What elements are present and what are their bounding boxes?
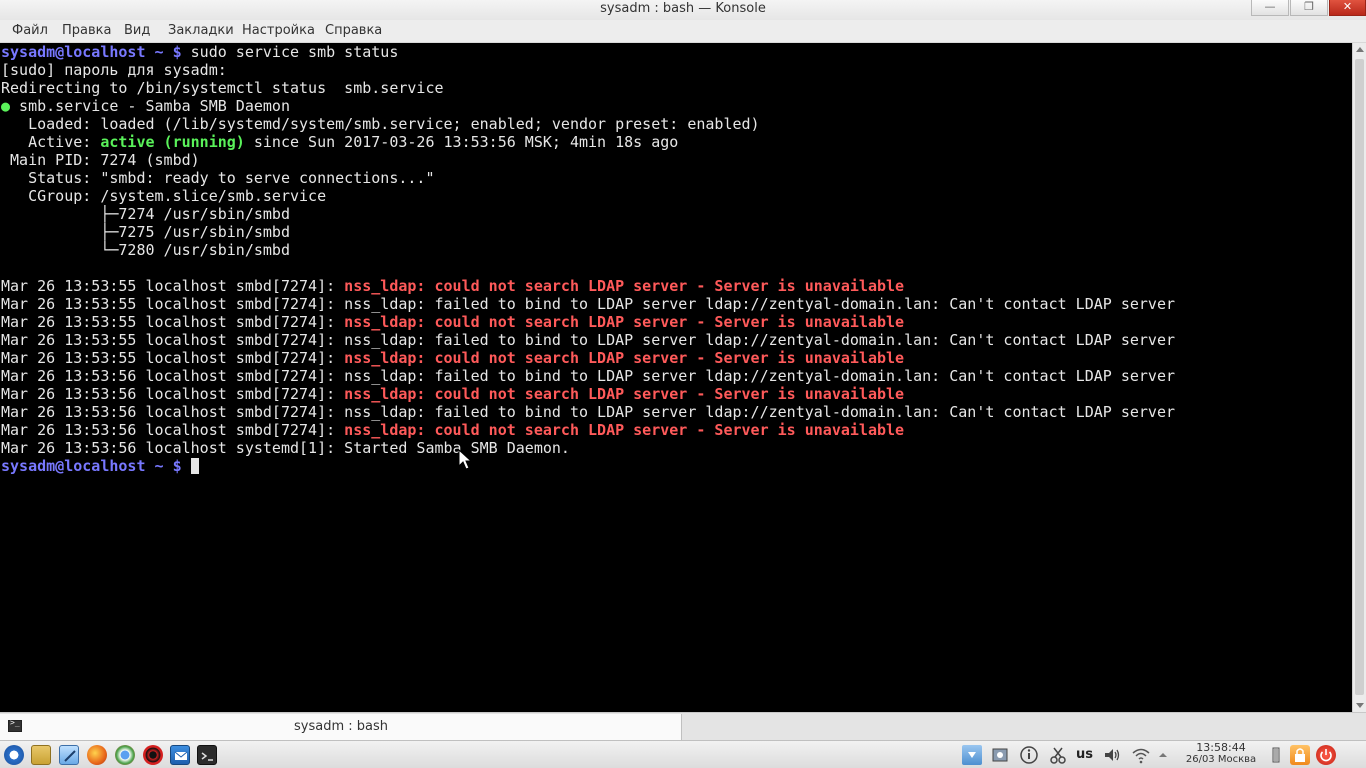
system-settings-icon[interactable]	[990, 745, 1010, 765]
power-icon[interactable]	[1316, 745, 1336, 765]
screen-recorder-icon[interactable]	[143, 745, 163, 765]
terminal-output[interactable]: sysadm@localhost ~ $ sudo service smb st…	[0, 43, 1352, 712]
window-title: sysadm : bash — Konsole	[600, 1, 766, 16]
active-since: since Sun 2017-03-26 13:53:56 MSK; 4min …	[244, 133, 679, 151]
file-manager-icon[interactable]	[31, 745, 51, 765]
scroll-down-arrow-icon[interactable]	[1356, 703, 1364, 708]
log-prefix: Mar 26 13:53:55 localhost smbd[7274]:	[1, 313, 345, 331]
scrollbar-thumb[interactable]	[1355, 59, 1364, 695]
clipboard-scissors-icon[interactable]	[1048, 745, 1068, 765]
log-prefix: Mar 26 13:53:56 localhost smbd[7274]:	[1, 367, 345, 385]
main-pid-line: Main PID: 7274 (smbd)	[1, 151, 200, 169]
log-line: Mar 26 13:53:55 localhost smbd[7274]: ns…	[1, 295, 1175, 313]
log-line: Mar 26 13:53:55 localhost smbd[7274]: ns…	[1, 313, 904, 331]
log-line: Mar 26 13:53:56 localhost systemd[1]: St…	[1, 439, 570, 457]
chromium-icon[interactable]	[115, 745, 135, 765]
lock-icon[interactable]	[1290, 745, 1310, 765]
mouse-pointer-icon	[458, 449, 472, 470]
clock-date[interactable]: 26/03 Москва	[1184, 754, 1258, 765]
sudo-password-line: [sudo] пароль для sysadm:	[1, 61, 227, 79]
active-state: active (running)	[100, 133, 245, 151]
menu-bookmarks[interactable]: Закладки	[168, 23, 234, 38]
log-message: nss_ldap: failed to bind to LDAP server …	[344, 403, 1176, 421]
clock-time[interactable]: 13:58:44	[1184, 741, 1258, 754]
terminal-scrollbar[interactable]	[1352, 43, 1366, 712]
start-menu-icon[interactable]	[4, 745, 24, 765]
active-label: Active:	[1, 133, 101, 151]
taskbar: us 13:58:44 26/03 Москва	[0, 740, 1366, 768]
menu-view[interactable]: Вид	[124, 23, 150, 38]
menu-help[interactable]: Справка	[325, 23, 382, 38]
log-prefix: Mar 26 13:53:55 localhost smbd[7274]:	[1, 277, 345, 295]
log-prefix: Mar 26 13:53:55 localhost smbd[7274]:	[1, 349, 345, 367]
window-titlebar: sysadm : bash — Konsole — ❐ ✕	[0, 0, 1366, 20]
redirect-line: Redirecting to /bin/systemctl status smb…	[1, 79, 444, 97]
cgroup-line: CGroup: /system.slice/smb.service	[1, 187, 327, 205]
process-line: ├─7274 /usr/sbin/smbd	[1, 205, 290, 223]
status-bullet-icon: ●	[1, 97, 11, 115]
battery-icon[interactable]	[1266, 745, 1286, 765]
konsole-icon[interactable]	[197, 745, 217, 765]
log-message-error: nss_ldap: could not search LDAP server -…	[344, 349, 905, 367]
process-line: ├─7275 /usr/sbin/smbd	[1, 223, 290, 241]
volume-icon[interactable]	[1102, 745, 1122, 765]
log-prefix: Mar 26 13:53:56 localhost smbd[7274]:	[1, 403, 345, 421]
log-line: Mar 26 13:53:55 localhost smbd[7274]: ns…	[1, 349, 904, 367]
log-message: nss_ldap: failed to bind to LDAP server …	[344, 295, 1176, 313]
log-line: Mar 26 13:53:56 localhost smbd[7274]: ns…	[1, 421, 904, 439]
menu-file[interactable]: Файл	[12, 23, 48, 38]
log-line: Mar 26 13:53:56 localhost smbd[7274]: ns…	[1, 367, 1175, 385]
log-message-error: nss_ldap: could not search LDAP server -…	[344, 385, 905, 403]
unit-line: ● smb.service - Samba SMB Daemon	[1, 97, 290, 115]
log-prefix: Mar 26 13:53:55 localhost smbd[7274]:	[1, 295, 345, 313]
current-prompt-line: sysadm@localhost ~ $	[1, 457, 199, 475]
text-editor-icon[interactable]	[59, 745, 79, 765]
wifi-icon[interactable]	[1131, 745, 1151, 765]
process-line: └─7280 /usr/sbin/smbd	[1, 241, 290, 259]
shell-prompt: sysadm@localhost ~ $	[1, 43, 182, 61]
keyboard-layout-indicator[interactable]: us	[1076, 747, 1093, 762]
command-line: sysadm@localhost ~ $ sudo service smb st…	[1, 43, 398, 61]
loaded-line: Loaded: loaded (/lib/systemd/system/smb.…	[1, 115, 760, 133]
unit-name: smb.service - Samba SMB Daemon	[10, 97, 290, 115]
status-line: Status: "smbd: ready to serve connection…	[1, 169, 435, 187]
log-prefix: Mar 26 13:53:56 localhost systemd[1]:	[1, 439, 345, 457]
log-line: Mar 26 13:53:56 localhost smbd[7274]: ns…	[1, 385, 904, 403]
firefox-icon[interactable]	[87, 745, 107, 765]
menu-bar: Файл Правка Вид Закладки Настройка Справ…	[0, 20, 1366, 43]
log-message-error: nss_ldap: could not search LDAP server -…	[344, 277, 905, 295]
tab-bash[interactable]: sysadm : bash	[0, 714, 682, 740]
log-prefix: Mar 26 13:53:56 localhost smbd[7274]:	[1, 421, 345, 439]
log-message-error: nss_ldap: could not search LDAP server -…	[344, 313, 905, 331]
tab-label: sysadm : bash	[294, 719, 388, 734]
maximize-button[interactable]: ❐	[1290, 0, 1328, 16]
log-prefix: Mar 26 13:53:55 localhost smbd[7274]:	[1, 331, 345, 349]
command-text: sudo service smb status	[190, 43, 399, 61]
log-line: Mar 26 13:53:55 localhost smbd[7274]: ns…	[1, 331, 1175, 349]
download-icon[interactable]	[962, 745, 982, 765]
active-line: Active: active (running) since Sun 2017-…	[1, 133, 678, 151]
menu-settings[interactable]: Настройка	[242, 23, 315, 38]
thunderbird-icon[interactable]	[170, 745, 190, 765]
minimize-button[interactable]: —	[1251, 0, 1289, 16]
shell-prompt: sysadm@localhost ~ $	[1, 457, 182, 475]
close-button[interactable]: ✕	[1329, 0, 1366, 16]
info-icon[interactable]	[1019, 745, 1039, 765]
log-prefix: Mar 26 13:53:56 localhost smbd[7274]:	[1, 385, 345, 403]
log-line: Mar 26 13:53:55 localhost smbd[7274]: ns…	[1, 277, 904, 295]
tab-bar: sysadm : bash	[0, 712, 1366, 740]
log-line: Mar 26 13:53:56 localhost smbd[7274]: ns…	[1, 403, 1175, 421]
tray-expand-icon[interactable]	[1156, 745, 1170, 765]
menu-edit[interactable]: Правка	[62, 23, 111, 38]
log-message: nss_ldap: failed to bind to LDAP server …	[344, 331, 1176, 349]
log-message: nss_ldap: failed to bind to LDAP server …	[344, 367, 1176, 385]
scroll-up-arrow-icon[interactable]	[1356, 47, 1364, 52]
text-cursor	[190, 458, 199, 474]
log-message-error: nss_ldap: could not search LDAP server -…	[344, 421, 905, 439]
